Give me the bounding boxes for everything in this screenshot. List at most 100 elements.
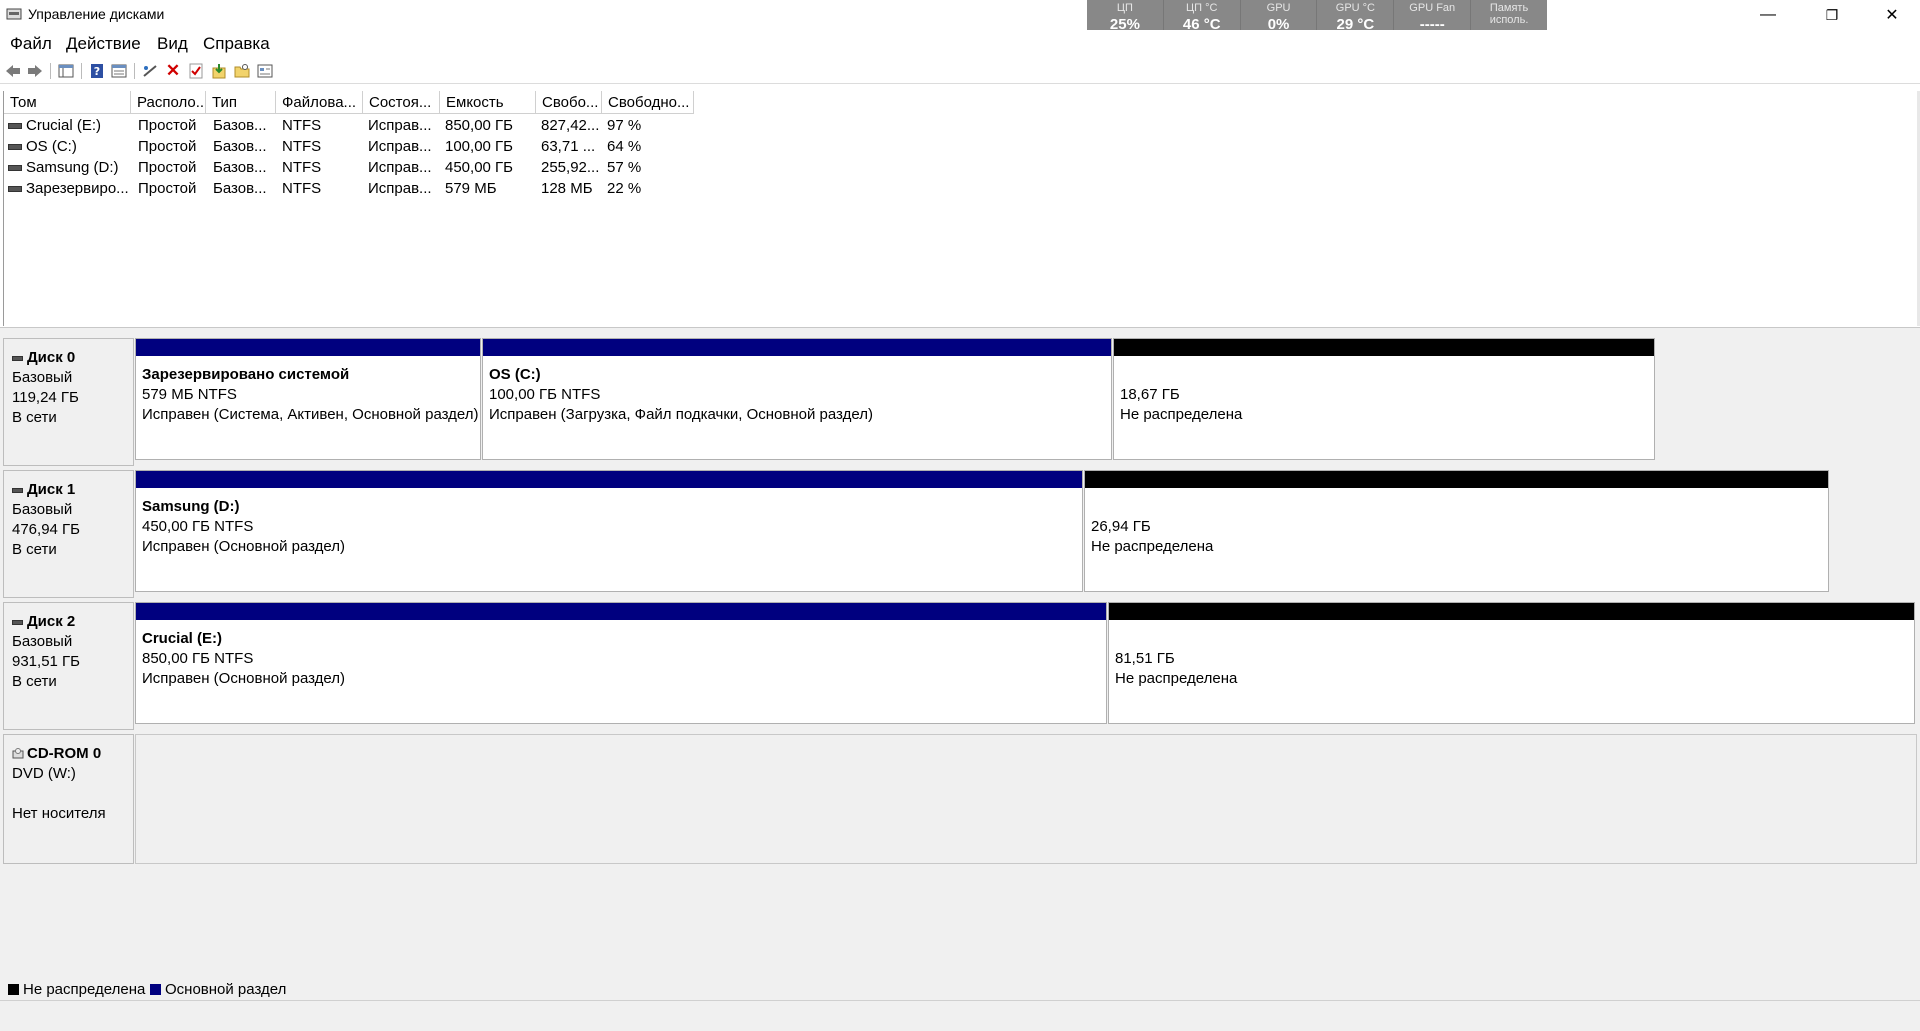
partition-status: Исправен (Загрузка, Файл подкачки, Основ… (489, 406, 873, 423)
volume-cell: OS (C:) (8, 136, 130, 157)
column-header-filesystem[interactable]: Файлова... (276, 91, 363, 114)
status-cell: Исправ... (368, 117, 432, 134)
volume-name: Зарезервиро... (26, 180, 129, 197)
console-tree-icon[interactable] (57, 62, 75, 80)
partition-bar (136, 603, 1106, 620)
partition-os-c[interactable]: OS (C:) 100,00 ГБ NTFS Исправен (Загрузк… (482, 338, 1112, 460)
menu-bar: Файл Действие Вид Справка (0, 30, 1920, 58)
drive-icon (8, 144, 22, 151)
cdrom-name: CD-ROM 0 (12, 745, 101, 762)
type-cell: Базов... (213, 117, 267, 134)
capacity-cell: 579 МБ (445, 180, 497, 197)
column-header-free-percent[interactable]: Свободно... (602, 91, 694, 114)
monitor-label: ЦП (1116, 2, 1133, 14)
disk-2-label[interactable]: Диск 2 Базовый 931,51 ГБ В сети (3, 602, 134, 730)
disk-status: В сети (12, 673, 57, 690)
menu-action[interactable]: Действие (66, 34, 141, 54)
disk-size: 119,24 ГБ (12, 389, 79, 406)
settings-icon[interactable] (256, 62, 274, 80)
disk-name-text: Диск 1 (27, 481, 76, 498)
close-button[interactable]: ✕ (1864, 0, 1920, 30)
partition-bar (1109, 603, 1914, 620)
toolbar-separator (50, 63, 51, 79)
title-bar: Управление дисками — ❐ ✕ (0, 0, 1920, 30)
type-cell: Базов... (213, 138, 267, 155)
column-header-volume[interactable]: Том (4, 91, 131, 114)
properties-icon[interactable] (110, 62, 128, 80)
partition-bar (136, 471, 1082, 488)
column-header-capacity[interactable]: Емкость (440, 91, 536, 114)
cdrom-0-area[interactable] (135, 734, 1917, 864)
restore-button[interactable]: ❐ (1804, 0, 1860, 30)
monitor-label: GPU °C (1335, 2, 1376, 14)
partition-unallocated[interactable]: 18,67 ГБ Не распределена (1113, 338, 1655, 460)
menu-view[interactable]: Вид (157, 34, 188, 54)
minimize-button[interactable]: — (1740, 0, 1796, 30)
disk-size: 931,51 ГБ (12, 653, 81, 670)
disk-1-label[interactable]: Диск 1 Базовый 476,94 ГБ В сети (3, 470, 134, 598)
column-header-status[interactable]: Состоя... (363, 91, 440, 114)
toolbar-separator (81, 63, 82, 79)
status-bar (0, 1000, 1920, 1031)
volume-cell: Crucial (E:) (8, 115, 130, 136)
import-icon[interactable] (210, 62, 228, 80)
column-header-free-space[interactable]: Свобо... (536, 91, 602, 114)
menu-file[interactable]: Файл (10, 34, 52, 54)
disk-type: Базовый (12, 369, 73, 386)
connect-icon[interactable] (141, 62, 159, 80)
cdrom-name-text: CD-ROM 0 (27, 745, 102, 762)
legend-unallocated: Не распределена (23, 981, 146, 998)
drive-icon (8, 123, 22, 130)
partition-bar (483, 339, 1111, 356)
partition-title: Зарезервировано системой (142, 366, 350, 383)
menu-help[interactable]: Справка (203, 34, 270, 54)
disk-name: Диск 1 (12, 481, 75, 498)
partition-status: Исправен (Система, Активен, Основной раз… (142, 406, 479, 423)
layout-cell: Простой (138, 159, 197, 176)
partition-bar (136, 339, 480, 356)
disk-management-app-icon (6, 8, 22, 20)
disk-size: 476,94 ГБ (12, 521, 81, 538)
partition-title: Samsung (D:) (142, 498, 240, 515)
type-cell: Базов... (213, 180, 267, 197)
back-arrow-icon[interactable] (4, 62, 22, 80)
partition-status: Исправен (Основной раздел) (142, 538, 346, 555)
disk-type: Базовый (12, 633, 73, 650)
free-percent-cell: 64 % (607, 138, 642, 155)
partition-reserved[interactable]: Зарезервировано системой 579 МБ NTFS Исп… (135, 338, 481, 460)
partition-size: 18,67 ГБ (1120, 386, 1180, 403)
monitor-label: ЦП °C (1186, 2, 1218, 14)
partition-unallocated[interactable]: 81,51 ГБ Не распределена (1108, 602, 1915, 724)
disk-0-label[interactable]: Диск 0 Базовый 119,24 ГБ В сети (3, 338, 134, 466)
disk-2-partitions: Crucial (E:) 850,00 ГБ NTFS Исправен (Ос… (135, 602, 1915, 730)
legend-primary: Основной раздел (165, 981, 287, 998)
delete-icon[interactable]: ✕ (164, 61, 182, 80)
column-header-layout[interactable]: Располо... (131, 91, 206, 114)
open-folder-icon[interactable] (233, 62, 251, 80)
cdrom-drive: DVD (W:) (12, 765, 76, 782)
free-space-cell: 128 МБ (541, 180, 593, 197)
cdrom-0-label[interactable]: CD-ROM 0 DVD (W:) Нет носителя (3, 734, 134, 864)
partition-samsung-d[interactable]: Samsung (D:) 450,00 ГБ NTFS Исправен (Ос… (135, 470, 1083, 592)
volume-cell: Samsung (D:) (8, 157, 130, 178)
disk-icon (12, 619, 23, 625)
disk-name-text: Диск 0 (27, 349, 76, 366)
volume-name: Samsung (D:) (26, 159, 119, 176)
partition-status: Не распределена (1120, 406, 1243, 423)
filesystem-cell: NTFS (282, 159, 322, 176)
toolbar: ? ✕ (0, 59, 1920, 84)
type-cell: Базов... (213, 159, 267, 176)
partition-status: Не распределена (1115, 670, 1238, 687)
volume-cell: Зарезервиро... (8, 178, 130, 199)
help-icon[interactable]: ? (88, 62, 106, 80)
partition-crucial-e[interactable]: Crucial (E:) 850,00 ГБ NTFS Исправен (Ос… (135, 602, 1107, 724)
monitor-label: Память исполь. (1489, 2, 1529, 26)
monitor-value: ----- (1419, 16, 1445, 33)
forward-arrow-icon[interactable] (26, 62, 44, 80)
column-header-type[interactable]: Тип (206, 91, 276, 114)
disk-name: Диск 0 (12, 349, 75, 366)
partition-size: 850,00 ГБ NTFS (142, 650, 254, 667)
check-icon[interactable] (187, 62, 205, 80)
partition-unallocated[interactable]: 26,94 ГБ Не распределена (1084, 470, 1829, 592)
partition-size: 81,51 ГБ (1115, 650, 1175, 667)
